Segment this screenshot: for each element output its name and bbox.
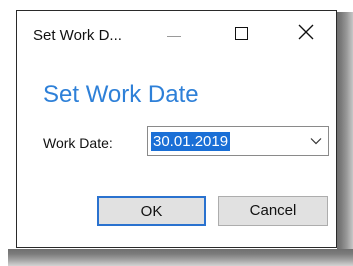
minimize-icon: [167, 36, 181, 37]
close-icon: [298, 24, 314, 40]
work-date-label: Work Date:: [43, 135, 113, 151]
title-bar[interactable]: Set Work D...: [17, 11, 336, 55]
minimize-button[interactable]: [153, 11, 199, 55]
dialog-heading: Set Work Date: [43, 81, 199, 108]
close-button[interactable]: [281, 11, 327, 55]
ok-button[interactable]: OK: [97, 196, 206, 226]
work-date-value[interactable]: 30.01.2019: [151, 132, 231, 151]
maximize-button[interactable]: [217, 11, 263, 55]
window-shadow-bottom: [8, 249, 353, 266]
chevron-down-icon[interactable]: [310, 137, 322, 145]
window-title: Set Work D...: [33, 27, 122, 44]
maximize-icon: [235, 27, 248, 40]
set-work-date-dialog: Set Work D... Set Work Date Work Date: 3…: [16, 10, 337, 248]
cancel-button[interactable]: Cancel: [218, 196, 328, 226]
work-date-combobox[interactable]: 30.01.2019: [147, 126, 329, 156]
screenshot-frame: Set Work D... Set Work Date Work Date: 3…: [0, 0, 353, 266]
window-shadow-right: [337, 12, 353, 266]
